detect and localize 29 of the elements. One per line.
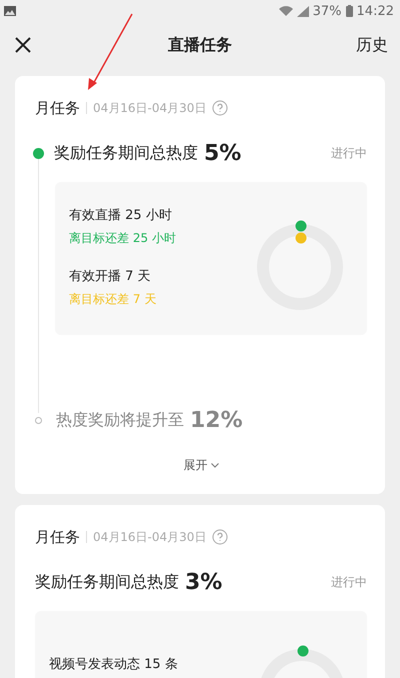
help-icon[interactable] <box>212 529 228 545</box>
period-label: 月任务 <box>35 528 80 546</box>
battery-icon <box>346 5 353 17</box>
wifi-icon <box>278 6 293 16</box>
milestone-value: 5% <box>204 140 242 166</box>
signal-icon <box>296 6 309 16</box>
gallery-icon <box>4 6 16 16</box>
goal-text: 有效开播 7 天 <box>69 268 152 285</box>
milestone-text: 奖励任务期间总热度 <box>35 572 179 592</box>
battery-percent: 37% <box>312 4 342 18</box>
milestone-text: 热度奖励将提升至 <box>56 410 184 430</box>
remaining-text: 离目标还差 7 天 <box>69 291 158 308</box>
goal-text: 有效直播 25 小时 <box>69 207 173 224</box>
milestone-value: 12% <box>190 408 243 432</box>
goal-text: 视频号发表动态 15 条 <box>49 656 179 673</box>
milestone-value: 3% <box>185 570 222 594</box>
page-title: 直播任务 <box>168 34 232 54</box>
expand-button[interactable]: 展开 <box>184 457 218 474</box>
status-text: 进行中 <box>331 144 367 162</box>
period-label: 月任务 <box>35 98 80 118</box>
clock: 14:22 <box>356 4 394 18</box>
history-button[interactable]: 历史 <box>356 34 388 56</box>
help-icon[interactable] <box>212 100 228 116</box>
chevron-down-icon <box>210 463 218 468</box>
date-range: 04月16日-04月30日 <box>93 528 206 546</box>
remaining-text: 离目标还差 25 小时 <box>69 230 177 247</box>
date-range: 04月16日-04月30日 <box>93 100 206 116</box>
status-text: 进行中 <box>331 574 367 590</box>
milestone-text: 奖励任务期间总热度 <box>54 142 198 164</box>
